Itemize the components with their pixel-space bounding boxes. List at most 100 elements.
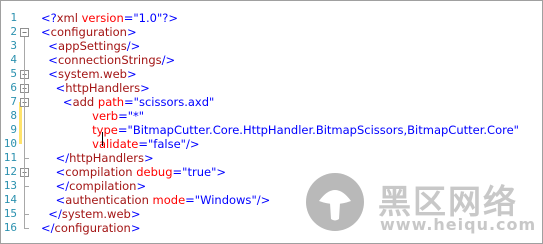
code-token: Windows xyxy=(200,193,252,207)
collapse-toggle[interactable]: − xyxy=(20,28,29,37)
code-token: compilation xyxy=(65,165,133,179)
code-line: type="BitmapCutter.Core.HttpHandler.Bitm… xyxy=(41,123,519,137)
code-line: <authentication mode="Windows"/> xyxy=(41,193,271,207)
code-token: > xyxy=(130,207,141,221)
code-token: </ xyxy=(41,151,70,165)
code-line: <configuration> xyxy=(41,25,137,39)
code-line: </compilation> xyxy=(41,179,147,193)
line-number: 16 xyxy=(3,221,17,234)
code-line: validate="false"/> xyxy=(41,137,199,151)
code-line: <add path="scissors.axd" xyxy=(41,95,214,109)
code-line: verb="*" xyxy=(41,109,144,123)
line-number-gutter: 1 2 3 4 5 6 7 8 9 10 11 12 13 14 15 16 − − − − − xyxy=(1,1,41,243)
code-line: <appSettings/> xyxy=(41,39,140,53)
code-token: < xyxy=(41,193,66,207)
line-number: 6 xyxy=(10,81,17,94)
line-number: 7 xyxy=(10,95,17,108)
code-token: < xyxy=(41,165,66,179)
code-line: <connectionStrings/> xyxy=(41,53,175,67)
code-token: connectionStrings xyxy=(57,53,162,67)
code-line: </system.web> xyxy=(41,207,140,221)
code-line: <httpHandlers> xyxy=(41,81,150,95)
code-token: =" xyxy=(124,95,139,109)
watermark-logo xyxy=(306,173,364,231)
outline-line xyxy=(24,37,25,228)
code-token: configuration xyxy=(54,221,131,235)
code-token: add xyxy=(72,95,95,109)
code-token: =" xyxy=(118,109,134,123)
code-line: </configuration> xyxy=(41,221,140,235)
code-token: < xyxy=(41,39,58,53)
code-token: </ xyxy=(41,207,62,221)
mushroom-icon xyxy=(319,190,351,221)
code-token: " xyxy=(138,109,145,123)
code-token: < xyxy=(41,53,58,67)
code-token: < xyxy=(41,95,73,109)
code-token: httpHandlers xyxy=(69,151,145,165)
code-token: "/> xyxy=(180,137,200,151)
code-token: true xyxy=(187,165,212,179)
code-token: BitmapCutter.Core.HttpHandler.BitmapScis… xyxy=(132,123,514,137)
code-line: <?xml version="1.0"?> xyxy=(41,11,178,25)
code-token: compilation xyxy=(69,179,137,193)
line-number: 8 xyxy=(10,109,17,122)
outline-end xyxy=(24,214,29,215)
line-number: 14 xyxy=(3,193,17,206)
line-number: 2 xyxy=(10,25,17,38)
code-token: > xyxy=(140,81,150,95)
code-token: =" xyxy=(123,11,139,25)
code-editor[interactable]: 1 2 3 4 5 6 7 8 9 10 11 12 13 14 15 16 − − − − − <?xml vers… xyxy=(0,0,543,244)
line-number: 9 xyxy=(10,123,17,136)
outline-end xyxy=(24,158,29,159)
code-token: authentication xyxy=(65,193,149,207)
changed-lines-marker xyxy=(19,102,22,144)
line-number: 5 xyxy=(10,67,17,80)
code-token: system.web xyxy=(57,67,127,81)
text-caret xyxy=(102,132,103,146)
line-number: 15 xyxy=(3,207,17,220)
code-token: > xyxy=(144,151,154,165)
watermark: 黑区网络 www.heiqu.com xyxy=(306,173,536,237)
code-token: > xyxy=(126,67,137,81)
code-line: <system.web> xyxy=(41,67,137,81)
line-number: 12 xyxy=(3,165,17,178)
code-token: appSettings xyxy=(57,39,127,53)
line-number: 4 xyxy=(10,53,17,66)
code-token: "> xyxy=(211,165,226,179)
code-token: </ xyxy=(41,221,55,235)
code-token: httpHandlers xyxy=(65,81,141,95)
code-token: mode xyxy=(148,193,186,207)
outline-end xyxy=(24,228,29,229)
code-token: > xyxy=(126,25,137,39)
code-token: " xyxy=(209,95,215,109)
code-token: 1.0 xyxy=(138,11,157,25)
code-token: "?> xyxy=(156,11,178,25)
code-token: </ xyxy=(41,179,70,193)
line-number: 11 xyxy=(3,151,17,164)
line-number: 10 xyxy=(3,137,17,150)
code-token: false xyxy=(153,137,181,151)
code-line: <compilation debug="true"> xyxy=(41,165,226,179)
code-token: "/> xyxy=(251,193,271,207)
code-token: xml xyxy=(56,11,78,25)
code-token: =" xyxy=(172,165,188,179)
code-token: =" xyxy=(117,123,133,137)
code-token: < xyxy=(41,81,66,95)
code-line: </httpHandlers> xyxy=(41,151,154,165)
code-token: <? xyxy=(41,11,57,25)
code-token: /> xyxy=(161,53,176,67)
code-token: debug xyxy=(132,165,173,179)
code-token: < xyxy=(41,25,51,39)
code-token: < xyxy=(41,67,58,81)
code-token: =" xyxy=(185,193,201,207)
code-token: " xyxy=(513,123,519,137)
code-token: configuration xyxy=(50,25,127,39)
line-number: 1 xyxy=(10,11,17,24)
code-token: path xyxy=(94,95,125,109)
code-token: version xyxy=(77,11,124,25)
code-token: validate xyxy=(41,137,139,151)
code-token: type xyxy=(41,123,118,137)
code-token: system.web xyxy=(61,207,131,221)
code-token: =" xyxy=(138,137,154,151)
code-token: verb xyxy=(41,109,119,123)
